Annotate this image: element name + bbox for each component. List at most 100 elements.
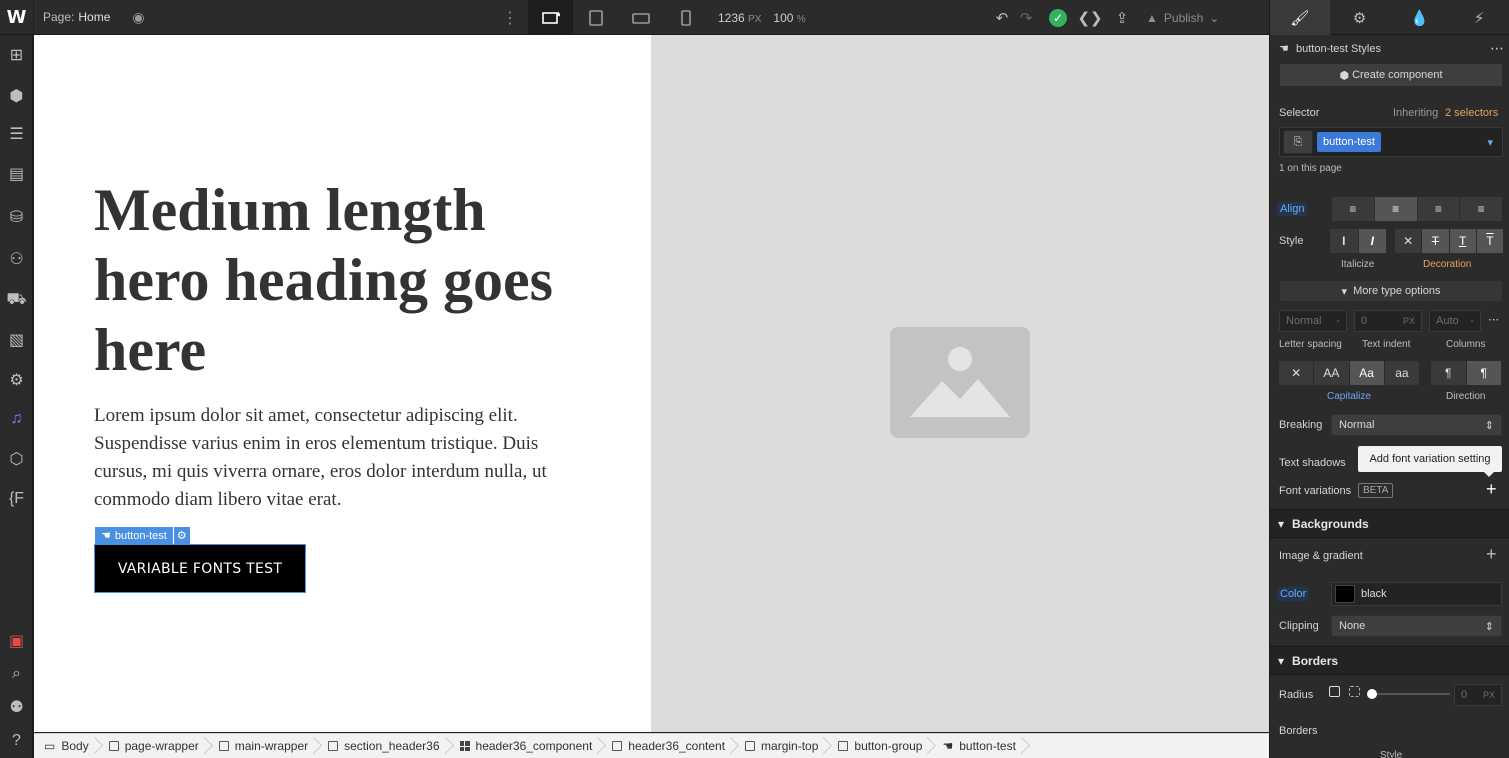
select-arrows-icon: ⇕	[1484, 419, 1494, 432]
pages-icon[interactable]: ▤	[0, 160, 33, 188]
selector-dropdown-icon[interactable]: ▾	[1487, 136, 1499, 149]
columns-input[interactable]: Auto -	[1429, 310, 1481, 332]
tab-interactions-bolt-icon[interactable]: ⚡	[1449, 0, 1509, 35]
crumb-margin-top[interactable]: margin-top	[735, 734, 828, 758]
code-export-icon[interactable]: ❮❯	[1077, 0, 1102, 35]
add-elements-icon[interactable]: ⊞	[0, 41, 33, 69]
background-color-field[interactable]: black	[1331, 582, 1502, 606]
selector-options-icon[interactable]: ⎘	[1283, 130, 1313, 154]
ecommerce-icon[interactable]: ⛟	[0, 286, 33, 314]
crumb-header36-component[interactable]: header36_component	[450, 734, 603, 758]
clipping-select[interactable]: None ⇕	[1331, 615, 1502, 637]
cms-icon[interactable]: ⛁	[0, 203, 33, 231]
radius-input[interactable]: 0 PX	[1454, 684, 1502, 706]
assets-icon[interactable]: ▧	[0, 326, 33, 354]
more-vertical-icon[interactable]: ⋮	[502, 0, 518, 35]
italic-on-icon[interactable]: I	[1358, 229, 1386, 253]
image-placeholder-icon[interactable]	[890, 327, 1030, 438]
crumb-body[interactable]: ▭ Body	[34, 734, 99, 758]
radius-slider-handle[interactable]	[1367, 689, 1377, 699]
design-canvas[interactable]: Medium length hero heading goes here Lor…	[34, 35, 1269, 732]
tab-settings-gear-icon[interactable]: ⚙	[1330, 0, 1390, 35]
create-component-label: Create component	[1352, 69, 1443, 81]
users-icon[interactable]: ⚇	[0, 245, 33, 273]
tab-style-brush-icon[interactable]: 🖌	[1270, 0, 1330, 35]
selector-field[interactable]: ⎘ button-test ▾	[1279, 127, 1503, 157]
element-settings-gear-icon[interactable]: ⚙	[173, 527, 190, 544]
breakpoint-desktop-base-icon[interactable]: ★	[528, 0, 573, 35]
lowercase-icon[interactable]: aa	[1385, 361, 1419, 385]
redo-icon[interactable]: ↷	[1014, 0, 1038, 35]
hero-heading[interactable]: Medium length hero heading goes here	[94, 175, 574, 385]
align-justify-icon[interactable]: ≡	[1460, 197, 1502, 221]
direction-rtl-icon[interactable]: ¶	[1466, 361, 1501, 385]
search-icon[interactable]: ⌕	[0, 660, 33, 688]
backgrounds-section-header[interactable]: ▾ Backgrounds	[1270, 509, 1509, 538]
text-indent-input[interactable]: 0 PX	[1354, 310, 1422, 332]
chevron-down-icon: ⌄	[1209, 10, 1220, 25]
create-component-button[interactable]: ⬢ Create component	[1279, 63, 1503, 87]
hand-icon: ☚	[942, 739, 954, 753]
webflow-logo-icon[interactable]: W	[0, 0, 34, 35]
finsweet-icon[interactable]: {F	[0, 485, 33, 513]
uppercase-icon[interactable]: AA	[1314, 361, 1350, 385]
breakpoint-mobile-portrait-icon[interactable]	[663, 0, 708, 35]
tab-style-manager-drops-icon[interactable]: 💧	[1390, 0, 1450, 35]
crumb-page-wrapper[interactable]: page-wrapper	[99, 734, 209, 758]
page-selector[interactable]: Page: Home ◉	[34, 0, 145, 35]
inheriting-link[interactable]: 2 selectors	[1445, 107, 1498, 119]
placeholder-mountains	[910, 379, 1010, 417]
more-horizontal-icon[interactable]: ⋯	[1490, 40, 1504, 57]
align-right-icon[interactable]: ≡	[1418, 197, 1461, 221]
publish-button[interactable]: ▲ Publish ⌄	[1146, 11, 1219, 25]
undo-icon[interactable]: ↶	[990, 0, 1014, 35]
borders-section-header[interactable]: ▾ Borders	[1270, 646, 1509, 675]
align-center-icon[interactable]: ≡	[1374, 197, 1418, 221]
help-icon[interactable]: ?	[0, 727, 33, 755]
preview-eye-icon[interactable]: ◉	[132, 9, 144, 26]
variable-fonts-test-button[interactable]: VARIABLE FONTS TEST	[94, 544, 306, 593]
radius-individual-icon[interactable]	[1349, 686, 1360, 697]
more-type-options-button[interactable]: ▾ More type options	[1279, 280, 1503, 302]
selected-element-tag[interactable]: ☚ button-test ⚙	[95, 527, 190, 544]
canvas-width-unit: PX	[748, 13, 762, 25]
capitalize-icon[interactable]: Aa	[1349, 361, 1385, 385]
hero-paragraph[interactable]: Lorem ipsum dolor sit amet, consectetur …	[94, 402, 574, 514]
radius-all-icon[interactable]	[1329, 686, 1340, 697]
crumb-header36-content[interactable]: header36_content	[602, 734, 735, 758]
letter-spacing-input[interactable]: Normal -	[1279, 310, 1347, 332]
settings-icon[interactable]: ⚙	[0, 366, 33, 394]
breakpoint-mobile-landscape-icon[interactable]	[618, 0, 663, 35]
components-icon[interactable]: ⬢	[0, 82, 33, 110]
overline-icon[interactable]: T	[1476, 229, 1503, 253]
crumb-button-test[interactable]: ☚ button-test	[932, 734, 1025, 758]
case-none-icon[interactable]: ✕	[1279, 361, 1315, 385]
decoration-none-icon[interactable]: ✕	[1395, 229, 1423, 253]
columns-more-icon[interactable]: ⋯	[1488, 313, 1499, 326]
align-left-icon[interactable]: ≡	[1332, 197, 1375, 221]
strikethrough-icon[interactable]: T	[1422, 229, 1450, 253]
crumb-section-header36[interactable]: section_header36	[318, 734, 449, 758]
record-icon[interactable]: ▣	[0, 627, 33, 655]
audio-app-icon[interactable]: ♫	[0, 405, 33, 433]
breakpoint-tablet-icon[interactable]	[573, 0, 618, 35]
navigator-icon[interactable]: ☰	[0, 120, 33, 148]
site-status-check-icon[interactable]: ✓	[1046, 0, 1070, 35]
radius-slider-track[interactable]	[1370, 693, 1450, 695]
collaborators-icon[interactable]: ⚉	[0, 693, 33, 721]
box-icon	[328, 741, 339, 751]
color-swatch[interactable]	[1335, 585, 1355, 603]
breaking-select[interactable]: Normal ⇕	[1331, 414, 1502, 436]
italic-off-icon[interactable]: I	[1330, 229, 1359, 253]
direction-ltr-icon[interactable]: ¶	[1431, 361, 1467, 385]
share-icon[interactable]: ⇪	[1110, 0, 1134, 35]
apps-icon[interactable]: ⬡	[0, 445, 33, 473]
add-font-variation-plus-icon[interactable]: +	[1486, 479, 1497, 500]
underline-icon[interactable]: T	[1449, 229, 1477, 253]
add-background-plus-icon[interactable]: +	[1486, 544, 1497, 565]
crumb-main-wrapper[interactable]: main-wrapper	[209, 734, 318, 758]
hero-image-column	[651, 35, 1269, 732]
svg-text:★: ★	[555, 10, 560, 19]
crumb-button-group[interactable]: button-group	[828, 734, 932, 758]
selector-chip[interactable]: button-test	[1317, 132, 1381, 152]
